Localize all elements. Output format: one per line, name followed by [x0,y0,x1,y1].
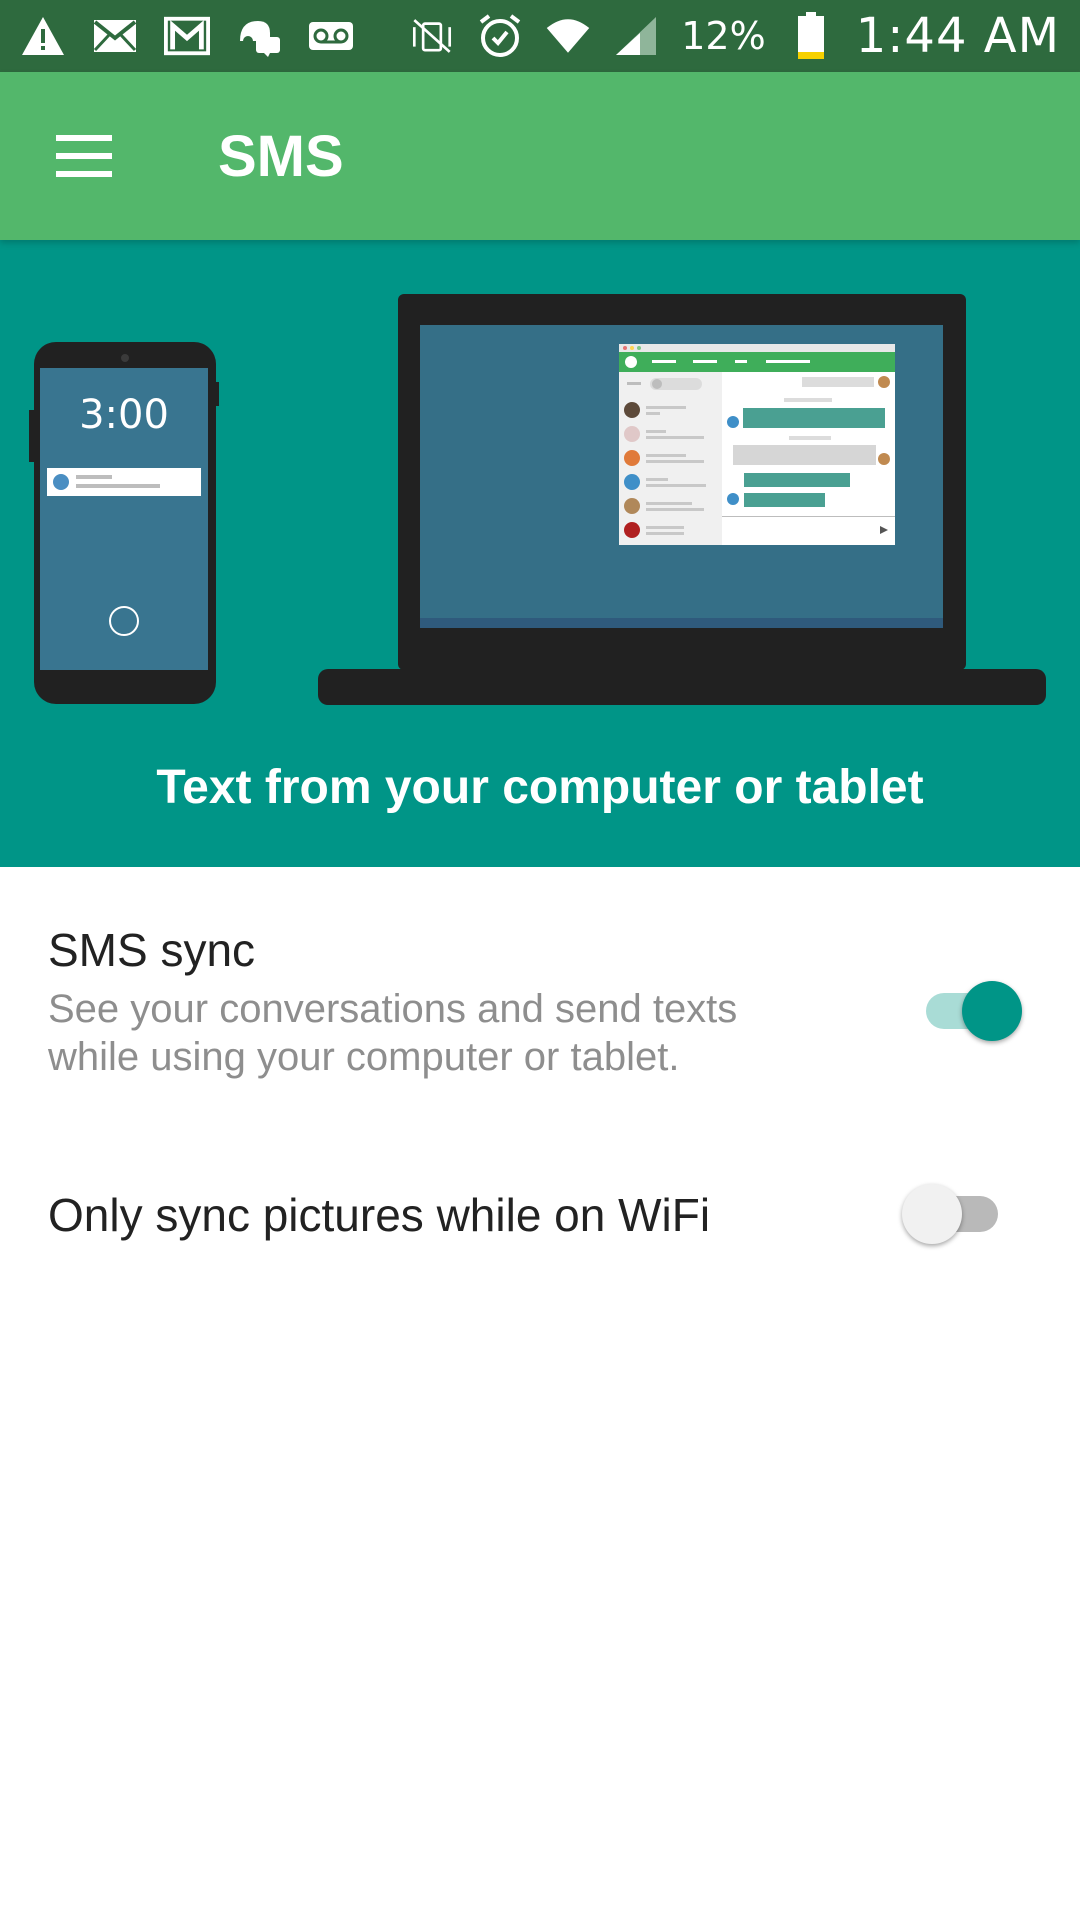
wifi-icon [545,13,591,59]
app-bar: SMS [0,72,1080,240]
hero-banner: 3:00 Text from your computer or tablet [0,240,1080,867]
status-bar-notifications [20,13,354,59]
hero-caption: Text from your computer or tablet [156,761,924,814]
alarm-icon [477,13,523,59]
battery-percent: 12% [681,14,766,58]
clock: 1:44 AM [855,8,1060,64]
wifi-only-toggle[interactable] [900,1182,1004,1246]
hangouts-icon [236,13,282,59]
battery-icon [788,12,834,59]
sms-sync-setting[interactable]: SMS sync See your conversations and send… [0,867,1080,1097]
toggle-thumb [962,981,1022,1041]
phone-clock: 3:00 [79,392,169,438]
status-bar: 12% 1:44 AM [0,0,1080,72]
voicemail-icon [308,13,354,59]
toggle-thumb [902,1184,962,1244]
menu-icon[interactable] [36,108,132,204]
status-bar-system: 12% 1:44 AM [409,8,1060,64]
vibrate-icon [409,13,455,59]
page-title: SMS [218,123,344,189]
sms-sync-toggle[interactable] [924,979,1024,1043]
gmail-icon [164,13,210,59]
email-icon [92,13,138,59]
sms-sync-subtitle: See your conversations and send texts wh… [48,987,738,1079]
laptop-illustration [318,294,1046,705]
warning-icon [20,13,66,59]
wifi-only-title: Only sync pictures while on WiFi [48,1189,711,1241]
wifi-only-setting[interactable]: Only sync pictures while on WiFi [0,1140,1080,1290]
signal-icon [613,13,659,59]
sms-sync-title: SMS sync [48,924,256,976]
